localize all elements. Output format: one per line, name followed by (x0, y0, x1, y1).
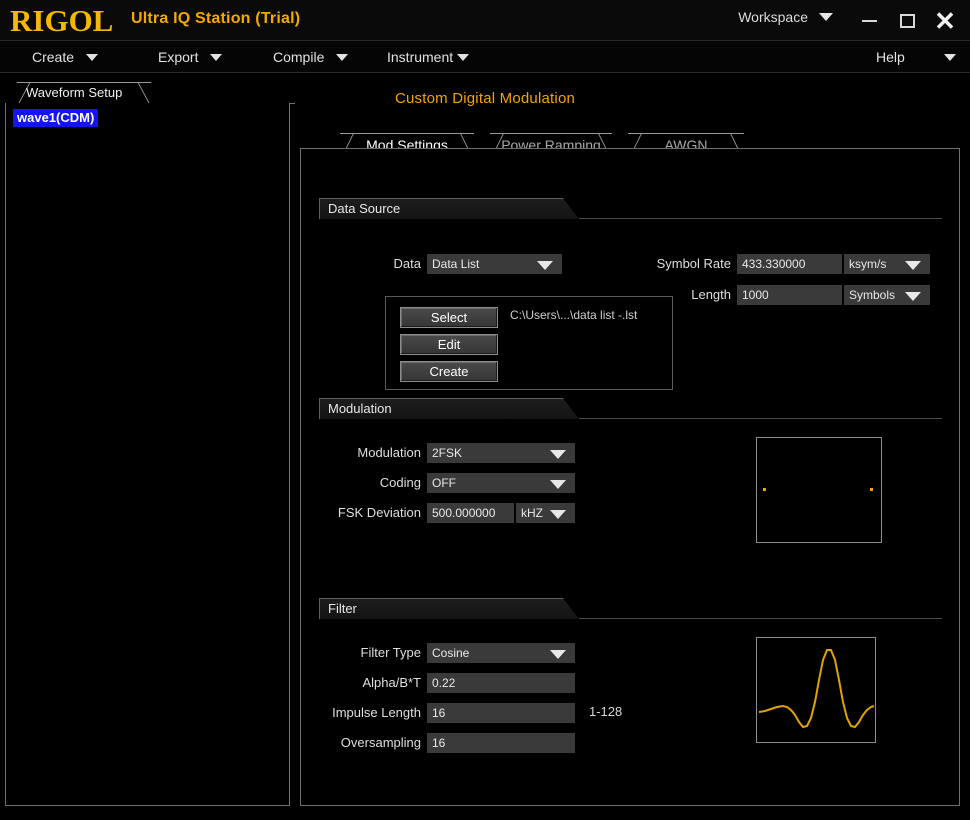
label-symbol-rate: Symbol Rate (571, 254, 731, 273)
close-button[interactable]: ✕ (928, 6, 962, 36)
tab-top-line (340, 133, 474, 134)
menu-item-help[interactable]: Help (876, 41, 962, 73)
workspace-menu-button[interactable]: Workspace (738, 9, 833, 25)
symbol-rate-input[interactable]: 433.330000 (737, 254, 842, 274)
create-button[interactable]: Create (400, 361, 498, 382)
menu-item-instrument-label: Instrument (387, 49, 453, 65)
length-input[interactable]: 1000 (737, 285, 842, 305)
impulse-response-curve (757, 638, 875, 742)
close-icon: ✕ (934, 8, 956, 34)
menu-item-export-label: Export (158, 49, 198, 65)
rigol-logo: RIGOL (10, 2, 113, 39)
filter-type-select[interactable]: Cosine (427, 643, 575, 663)
chevron-down-icon (86, 54, 98, 61)
constellation-point (870, 488, 873, 491)
section-rule-modulation (579, 418, 942, 419)
constellation-point (763, 488, 766, 491)
chevron-down-icon (457, 54, 469, 61)
page-title: Custom Digital Modulation (0, 90, 970, 107)
constellation-preview (756, 437, 882, 543)
minimize-icon (862, 20, 877, 22)
label-data: Data (321, 254, 421, 273)
chevron-down-icon (336, 54, 348, 61)
label-fsk-deviation: FSK Deviation (301, 503, 421, 522)
menu-item-compile-label: Compile (273, 49, 324, 65)
data-select[interactable]: Data List (427, 254, 562, 274)
section-header-data-source: Data Source (319, 198, 579, 219)
data-list-box: Select Edit Create C:\Users\...\data lis… (385, 296, 673, 390)
chevron-down-icon (210, 54, 222, 61)
menu-item-compile[interactable]: Compile (273, 41, 348, 73)
symbol-rate-unit-select[interactable]: ksym/s (844, 254, 930, 274)
sidebar-item-wave1[interactable]: wave1(CDM) (13, 109, 98, 127)
maximize-button[interactable] (890, 6, 924, 36)
coding-select[interactable]: OFF (427, 473, 575, 493)
section-title-data-source: Data Source (328, 201, 400, 216)
section-header-filter: Filter (319, 598, 579, 619)
label-oversampling: Oversampling (311, 733, 421, 752)
chevron-down-icon (944, 54, 956, 61)
impulse-length-input[interactable]: 16 (427, 703, 575, 723)
window-controls: ✕ (852, 6, 962, 36)
length-unit-select[interactable]: Symbols (844, 285, 930, 305)
workspace-menu-label: Workspace (738, 9, 808, 25)
chevron-down-icon (819, 13, 833, 21)
modulation-select[interactable]: 2FSK (427, 443, 575, 463)
menu-item-create[interactable]: Create (32, 41, 98, 73)
edit-button[interactable]: Edit (400, 334, 498, 355)
section-title-filter: Filter (328, 601, 357, 616)
title-bar: RIGOL Ultra IQ Station (Trial) Workspace… (0, 0, 970, 41)
maximize-icon (900, 14, 915, 28)
menu-item-instrument[interactable]: Instrument (387, 41, 469, 73)
section-rule-filter (579, 618, 942, 619)
label-alpha: Alpha/B*T (311, 673, 421, 692)
impulse-response-preview (756, 637, 876, 743)
label-impulse-length: Impulse Length (301, 703, 421, 722)
fsk-deviation-unit-select[interactable]: kHZ (516, 503, 575, 523)
data-list-file-path: C:\Users\...\data list -.lst (510, 308, 637, 322)
impulse-length-hint: 1-128 (589, 704, 622, 719)
section-header-modulation: Modulation (319, 398, 579, 419)
section-title-modulation: Modulation (328, 401, 392, 416)
oversampling-input[interactable]: 16 (427, 733, 575, 753)
waveform-list-panel: wave1(CDM) (5, 103, 290, 806)
label-filter-type: Filter Type (311, 643, 421, 662)
menu-item-export[interactable]: Export (158, 41, 222, 73)
tab-top-line (490, 133, 612, 134)
alpha-input[interactable]: 0.22 (427, 673, 575, 693)
section-rule-data-source (579, 218, 942, 219)
menu-item-help-label: Help (876, 49, 905, 65)
label-modulation: Modulation (311, 443, 421, 462)
label-coding: Coding (311, 473, 421, 492)
fsk-deviation-input[interactable]: 500.000000 (427, 503, 514, 523)
app-title: Ultra IQ Station (Trial) (131, 10, 300, 28)
select-button[interactable]: Select (400, 307, 498, 328)
menu-item-create-label: Create (32, 49, 74, 65)
menu-bar: Create Export Compile Instrument Help (0, 41, 970, 73)
application-window: RIGOL Ultra IQ Station (Trial) Workspace… (0, 0, 970, 820)
tab-top-line (628, 133, 744, 134)
minimize-button[interactable] (852, 6, 886, 36)
